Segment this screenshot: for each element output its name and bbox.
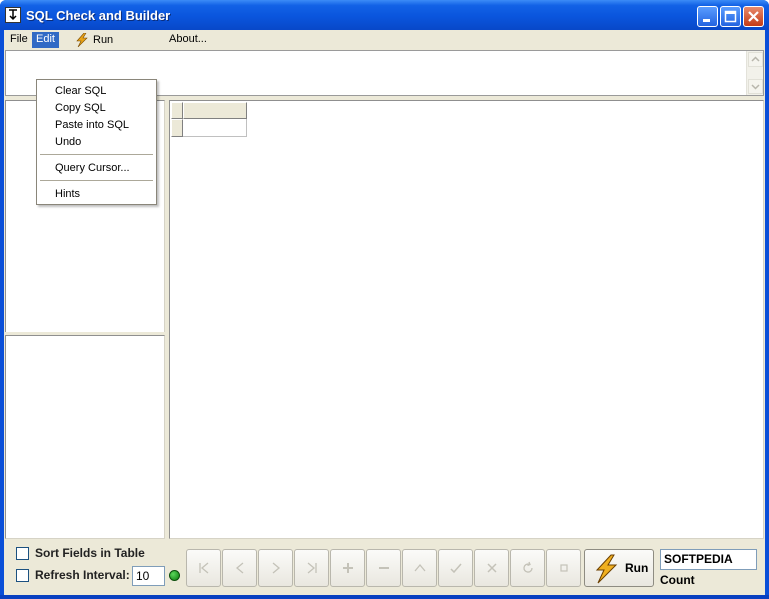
menu-item-copy-sql[interactable]: Copy SQL bbox=[55, 101, 106, 115]
nav-first-button[interactable] bbox=[186, 549, 221, 587]
sort-fields-checkbox[interactable] bbox=[16, 547, 29, 560]
count-label: Count bbox=[660, 573, 695, 587]
nav-stop-button[interactable] bbox=[546, 549, 581, 587]
menu-run-label: Run bbox=[93, 33, 114, 46]
prior-record-icon bbox=[235, 562, 243, 574]
checkmark-icon bbox=[449, 563, 462, 574]
last-record-icon bbox=[307, 562, 317, 574]
scroll-up-button[interactable] bbox=[748, 52, 763, 67]
nav-insert-button[interactable] bbox=[330, 549, 365, 587]
count-display: SOFTPEDIA bbox=[660, 549, 757, 570]
fields-list[interactable] bbox=[5, 335, 165, 539]
nav-edit-button[interactable] bbox=[402, 549, 437, 587]
app-window: SQL Check and Builder File Edit Run Abou… bbox=[0, 0, 769, 599]
nav-delete-button[interactable] bbox=[366, 549, 401, 587]
scroll-down-button[interactable] bbox=[748, 79, 763, 94]
menu-item-paste-into-sql[interactable]: Paste into SQL bbox=[55, 118, 129, 132]
lightning-icon bbox=[595, 554, 618, 584]
status-led-icon bbox=[169, 570, 180, 581]
minimize-button[interactable] bbox=[697, 6, 718, 27]
close-button[interactable] bbox=[743, 6, 764, 27]
maximize-button[interactable] bbox=[720, 6, 741, 27]
minus-icon bbox=[378, 567, 389, 569]
first-record-icon bbox=[198, 562, 208, 574]
nav-post-button[interactable] bbox=[438, 549, 473, 587]
menu-item-query-cursor[interactable]: Query Cursor... bbox=[55, 161, 130, 175]
grid-column-header[interactable] bbox=[183, 102, 247, 119]
edit-menu-dropdown: Clear SQL Copy SQL Paste into SQL Undo Q… bbox=[36, 79, 157, 205]
title-bar[interactable]: SQL Check and Builder bbox=[0, 0, 769, 30]
menu-separator bbox=[40, 154, 153, 155]
app-icon[interactable] bbox=[5, 7, 21, 23]
chevron-down-icon bbox=[751, 84, 760, 90]
refresh-interval-label: Refresh Interval: bbox=[35, 568, 130, 582]
run-button-label: Run bbox=[625, 561, 649, 575]
x-icon bbox=[486, 563, 497, 573]
chevron-up-icon bbox=[751, 56, 760, 62]
nav-next-button[interactable] bbox=[258, 549, 293, 587]
bottom-toolbar: Sort Fields in Table Refresh Interval: 1… bbox=[4, 541, 765, 595]
menu-edit[interactable]: Edit bbox=[32, 32, 59, 48]
plus-icon bbox=[342, 563, 353, 573]
lightning-icon bbox=[76, 32, 88, 47]
window-title: SQL Check and Builder bbox=[26, 8, 171, 23]
grid-row-indicator[interactable] bbox=[171, 119, 183, 137]
menu-file[interactable]: File bbox=[6, 32, 32, 48]
grid-corner bbox=[171, 102, 183, 119]
nav-cancel-button[interactable] bbox=[474, 549, 509, 587]
run-button[interactable]: Run bbox=[584, 549, 654, 587]
menu-bar: File Edit Run About... bbox=[4, 30, 765, 49]
menu-separator bbox=[40, 180, 153, 181]
next-record-icon bbox=[272, 562, 280, 574]
refresh-icon bbox=[522, 561, 533, 573]
client-area: File Edit Run About... Sort Fields in Ta… bbox=[4, 30, 765, 595]
grid-cell[interactable] bbox=[183, 119, 247, 137]
menu-about[interactable]: About... bbox=[165, 32, 211, 48]
refresh-interval-checkbox[interactable] bbox=[16, 569, 29, 582]
sql-editor-scrollbar[interactable] bbox=[746, 51, 763, 95]
triangle-up-icon bbox=[414, 563, 425, 572]
refresh-interval-input[interactable]: 10 bbox=[132, 566, 165, 586]
stop-icon bbox=[559, 564, 568, 572]
results-grid[interactable] bbox=[169, 100, 764, 539]
sort-fields-label: Sort Fields in Table bbox=[35, 546, 145, 560]
menu-item-hints[interactable]: Hints bbox=[55, 187, 80, 201]
window-frame-bottom bbox=[0, 595, 769, 599]
nav-prior-button[interactable] bbox=[222, 549, 257, 587]
menu-run[interactable]: Run bbox=[74, 31, 113, 48]
nav-refresh-button[interactable] bbox=[510, 549, 545, 587]
menu-item-undo[interactable]: Undo bbox=[55, 135, 81, 149]
nav-last-button[interactable] bbox=[294, 549, 329, 587]
menu-item-clear-sql[interactable]: Clear SQL bbox=[55, 84, 106, 98]
